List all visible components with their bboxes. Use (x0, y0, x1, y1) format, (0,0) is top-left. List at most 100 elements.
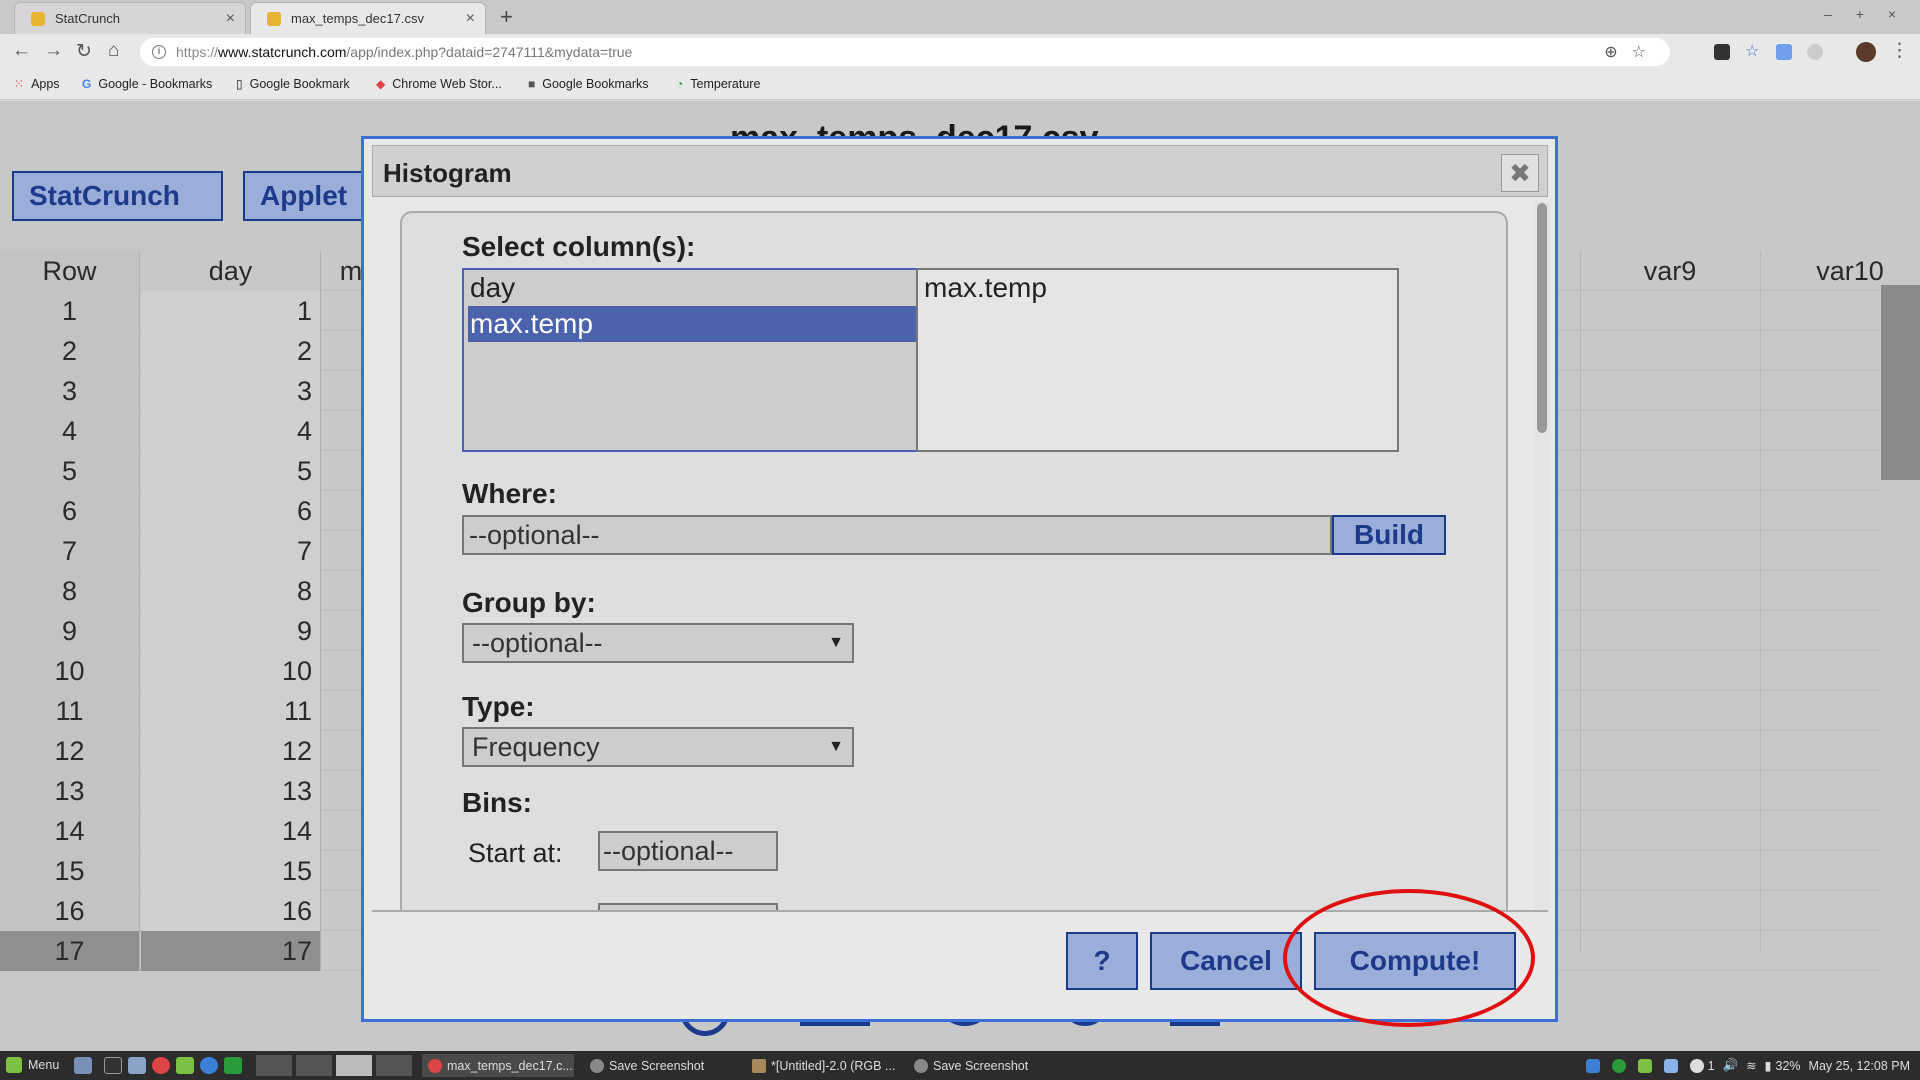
window-controls[interactable]: – + × (1824, 6, 1906, 22)
bookmark-star-icon[interactable]: ☆ (1632, 44, 1660, 61)
day-cell[interactable]: 1 (141, 291, 321, 331)
g-app-icon[interactable] (224, 1057, 242, 1074)
bookmark-apps[interactable]: ⁙ Apps (14, 77, 60, 91)
home-icon[interactable]: ⌂ (108, 40, 119, 62)
column-header-day[interactable]: day (141, 251, 321, 291)
row-number-cell[interactable]: 16 (0, 891, 140, 931)
info-icon[interactable]: i (152, 45, 166, 59)
day-cell[interactable]: 6 (141, 491, 321, 531)
extension-star-icon[interactable]: ☆ (1745, 41, 1761, 60)
nvidia-icon[interactable] (1637, 1058, 1652, 1073)
statcrunch-menu-button[interactable]: StatCrunch (12, 171, 223, 221)
chrome-icon[interactable] (152, 1057, 170, 1074)
day-cell[interactable]: 3 (141, 371, 321, 411)
dialog-header[interactable]: Histogram ✖ (372, 145, 1548, 197)
day-cell[interactable]: 8 (141, 571, 321, 611)
day-cell[interactable]: 4 (141, 411, 321, 451)
day-cell[interactable]: 13 (141, 771, 321, 811)
day-cell[interactable]: 5 (141, 451, 321, 491)
day-cell[interactable]: 10 (141, 651, 321, 691)
day-cell[interactable]: 16 (141, 891, 321, 931)
cancel-button[interactable]: Cancel (1150, 932, 1302, 990)
row-number-cell[interactable]: 9 (0, 611, 140, 651)
volume-icon[interactable]: 🔊 (1723, 1058, 1739, 1073)
where-input[interactable]: --optional-- (462, 515, 1332, 555)
row-number-cell[interactable]: 3 (0, 371, 140, 411)
task-save-screenshot-1[interactable]: Save Screenshot (584, 1054, 734, 1077)
row-number-cell[interactable]: 17 (0, 931, 140, 971)
row-number-cell[interactable]: 7 (0, 531, 140, 571)
spreadsheet-icon[interactable] (176, 1057, 194, 1074)
forward-arrow-icon[interactable]: → (44, 40, 63, 62)
row-number-cell[interactable]: 4 (0, 411, 140, 451)
row-number-cell[interactable]: 12 (0, 731, 140, 771)
profile-avatar[interactable] (1856, 42, 1876, 62)
row-number-cell[interactable]: 13 (0, 771, 140, 811)
extension-k-icon[interactable] (1714, 44, 1730, 60)
selected-item-max-temp[interactable]: max.temp (922, 270, 1047, 306)
task-gimp[interactable]: *[Untitled]-2.0 (RGB ... (746, 1054, 896, 1077)
type-select[interactable]: Frequency ▼ (462, 727, 854, 767)
extension-circle-icon[interactable] (1807, 44, 1823, 60)
row-number-cell[interactable]: 14 (0, 811, 140, 851)
day-cell[interactable]: 17 (141, 931, 321, 971)
address-bar[interactable]: i https://www.statcrunch.com/app/index.p… (140, 38, 1670, 66)
menu-kebab-icon[interactable]: ⋮ (1890, 39, 1909, 62)
day-cell[interactable]: 14 (141, 811, 321, 851)
bookmark-temperature[interactable]: ◔ Temperature (676, 77, 760, 91)
row-number-cell[interactable]: 15 (0, 851, 140, 891)
day-cell[interactable]: 12 (141, 731, 321, 771)
extension-doc-icon[interactable] (1776, 44, 1792, 60)
row-number-cell[interactable]: 8 (0, 571, 140, 611)
start-menu-button[interactable]: Menu (6, 1057, 59, 1073)
build-button[interactable]: Build (1332, 515, 1446, 555)
close-tab-icon[interactable]: × (226, 10, 235, 28)
tab-statcrunch[interactable]: StatCrunch × (14, 2, 246, 34)
list-item-max-temp[interactable]: max.temp (468, 306, 930, 342)
back-arrow-icon[interactable]: ← (12, 40, 31, 62)
workspace-3[interactable] (336, 1055, 372, 1076)
tab-max-temps[interactable]: max_temps_dec17.csv × (250, 2, 486, 34)
dialog-scrollbar[interactable] (1534, 201, 1550, 911)
new-tab-button[interactable]: + (500, 4, 513, 30)
day-cell[interactable]: 11 (141, 691, 321, 731)
clock[interactable]: May 25, 12:08 PM (1809, 1059, 1910, 1073)
selected-columns-list[interactable]: max.temp (916, 268, 1399, 452)
shield-icon[interactable] (1585, 1058, 1600, 1073)
battery-icon[interactable]: ▮ (1765, 1058, 1772, 1073)
list-item-day[interactable]: day (468, 270, 515, 306)
bookmark-google-bookmarks[interactable]: G Google - Bookmarks (82, 77, 212, 91)
task-save-screenshot-2[interactable]: Save Screenshot (908, 1054, 1058, 1077)
day-cell[interactable]: 7 (141, 531, 321, 571)
row-number-cell[interactable]: 6 (0, 491, 140, 531)
row-number-cell[interactable]: 1 (0, 291, 140, 331)
row-number-cell[interactable]: 11 (0, 691, 140, 731)
workspace-4[interactable] (376, 1055, 412, 1076)
zoom-icon[interactable]: ⊕ (1604, 44, 1631, 61)
omnibox-actions[interactable]: ⊕☆ (1604, 42, 1660, 62)
row-number-cell[interactable]: 10 (0, 651, 140, 691)
wifi-icon[interactable]: ≋ (1746, 1058, 1756, 1073)
r-icon[interactable] (200, 1057, 218, 1074)
grid-scrollbar-thumb[interactable] (1881, 285, 1920, 480)
show-desktop-icon[interactable] (74, 1057, 92, 1074)
workspace-1[interactable] (256, 1055, 292, 1076)
task-chrome-max-temps[interactable]: max_temps_dec17.c... (422, 1054, 574, 1077)
bookmark-chrome-web-store[interactable]: ◆ Chrome Web Stor... (376, 77, 502, 91)
day-cell[interactable]: 2 (141, 331, 321, 371)
close-icon[interactable]: ✖ (1501, 154, 1539, 192)
group-by-select[interactable]: --optional-- ▼ (462, 623, 854, 663)
row-number-cell[interactable]: 2 (0, 331, 140, 371)
dropbox-icon[interactable] (1663, 1058, 1678, 1073)
column-header-var9[interactable]: var9 (1580, 251, 1760, 291)
files-icon[interactable] (128, 1057, 146, 1074)
row-number-cell[interactable]: 5 (0, 451, 140, 491)
day-cell[interactable]: 15 (141, 851, 321, 891)
close-tab-icon[interactable]: × (466, 10, 475, 28)
update-icon[interactable] (1689, 1058, 1704, 1073)
start-at-input[interactable]: --optional-- (598, 831, 778, 871)
network-manager-icon[interactable] (1611, 1058, 1626, 1073)
bookmark-google-bookmark[interactable]: ▯ Google Bookmark (236, 77, 350, 91)
help-button[interactable]: ? (1066, 932, 1138, 990)
terminal-icon[interactable] (104, 1057, 122, 1074)
